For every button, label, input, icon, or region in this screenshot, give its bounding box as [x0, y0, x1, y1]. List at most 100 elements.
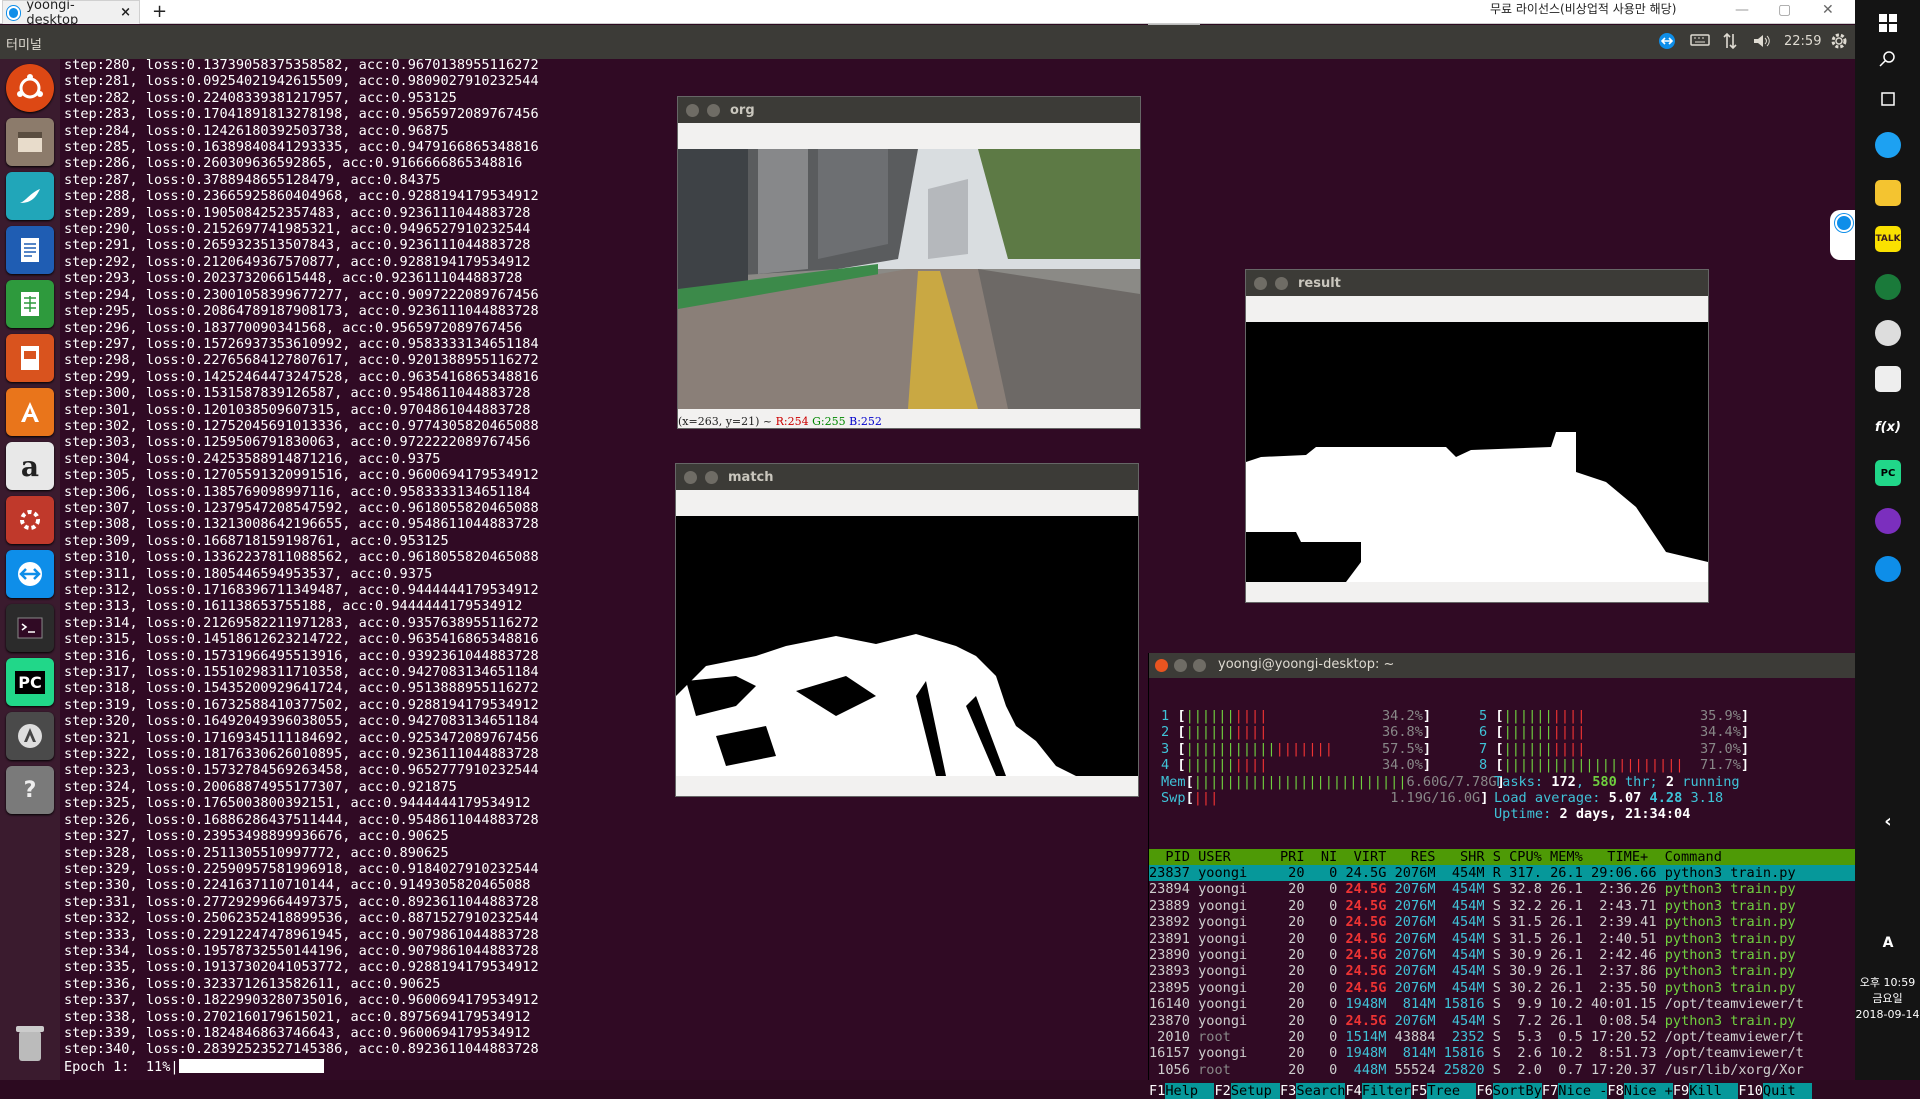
- fkey-label[interactable]: SortBy: [1492, 1083, 1542, 1099]
- fkey-f9[interactable]: F9: [1673, 1083, 1689, 1099]
- process-row[interactable]: 23892 yoongi 20 0 24.5G 2076M 454M S 31.…: [1149, 914, 1855, 930]
- fkey-label[interactable]: Tree: [1427, 1083, 1477, 1099]
- maximize-button[interactable]: [1193, 659, 1206, 672]
- process-row[interactable]: 2010 root 20 0 1514M 43884 2352 S 5.3 0.…: [1149, 1029, 1855, 1045]
- minimize-button[interactable]: [705, 470, 718, 484]
- cpu-bar: ||||||||||||||: [1503, 757, 1619, 774]
- match-titlebar[interactable]: match: [676, 464, 1138, 490]
- fkey-f10[interactable]: F10: [1738, 1083, 1763, 1099]
- teamviewer-icon[interactable]: [6, 550, 54, 598]
- fkey-label[interactable]: Quit: [1762, 1083, 1813, 1099]
- fkey-f5[interactable]: F5: [1411, 1083, 1427, 1099]
- minimize-button[interactable]: [1275, 276, 1288, 290]
- gear-icon[interactable]: [1830, 32, 1848, 54]
- kakaotalk-icon[interactable]: TALK: [1875, 226, 1901, 252]
- process-row[interactable]: 23870 yoongi 20 0 24.5G 2076M 454M S 7.2…: [1149, 1013, 1855, 1029]
- fkey-f2[interactable]: F2: [1214, 1083, 1230, 1099]
- impress-icon[interactable]: [6, 334, 54, 382]
- process-sp: [1485, 914, 1493, 930]
- process-row[interactable]: 23889 yoongi 20 0 24.5G 2076M 454M S 32.…: [1149, 898, 1855, 914]
- pycharm-icon[interactable]: PC: [1875, 460, 1901, 486]
- fkey-label[interactable]: Nice +: [1623, 1083, 1673, 1099]
- minimize-button[interactable]: [1174, 659, 1187, 672]
- fkey-label[interactable]: Setup: [1230, 1083, 1280, 1099]
- windows-clock[interactable]: 오후 10:59 금요일 2018-09-14: [1855, 975, 1920, 1023]
- tab-yoongi-desktop[interactable]: yoongi-desktop ×: [2, 0, 140, 28]
- help-icon[interactable]: ?: [6, 766, 54, 814]
- fkey-label[interactable]: Filter: [1361, 1083, 1411, 1099]
- writer-icon[interactable]: [6, 226, 54, 274]
- network-icon[interactable]: [1722, 32, 1738, 54]
- fkey-label[interactable]: Help: [1165, 1083, 1215, 1099]
- chevron-left-icon[interactable]: ‹: [1875, 808, 1901, 834]
- search-icon[interactable]: [1875, 46, 1901, 72]
- htop-window[interactable]: yoongi@yoongi-desktop: ~ 1 [|||||||||| 3…: [1148, 653, 1855, 1099]
- org-titlebar[interactable]: org: [678, 97, 1140, 123]
- app3-icon[interactable]: [1875, 508, 1901, 534]
- volume-icon[interactable]: [1752, 32, 1772, 54]
- app2-icon[interactable]: [1875, 320, 1901, 346]
- keyboard-icon[interactable]: [1690, 32, 1710, 52]
- explorer-icon[interactable]: [1875, 180, 1901, 206]
- process-row[interactable]: 23894 yoongi 20 0 24.5G 2076M 454M S 32.…: [1149, 881, 1855, 897]
- result-window[interactable]: result: [1245, 269, 1709, 603]
- fkey-f4[interactable]: F4: [1345, 1083, 1361, 1099]
- close-button[interactable]: [686, 103, 699, 117]
- chrome-icon[interactable]: [1875, 132, 1901, 158]
- settings-icon[interactable]: [6, 496, 54, 544]
- process-row[interactable]: 23890 yoongi 20 0 24.5G 2076M 454M S 30.…: [1149, 947, 1855, 963]
- terminal-icon[interactable]: [6, 604, 54, 652]
- teamviewer-side-handle[interactable]: [1830, 210, 1856, 260]
- pycharm-icon[interactable]: PC: [6, 658, 54, 706]
- fkey-label[interactable]: Search: [1296, 1083, 1346, 1099]
- process-row[interactable]: 16157 yoongi 20 0 1948M 814M 15816 S 2.6…: [1149, 1045, 1855, 1061]
- teamviewer-icon[interactable]: [1875, 556, 1901, 582]
- task-view-icon[interactable]: [1875, 86, 1901, 112]
- amazon-icon[interactable]: a: [6, 442, 54, 490]
- software-center-icon[interactable]: [6, 388, 54, 436]
- browser-icon[interactable]: [6, 172, 54, 220]
- tab-close-button[interactable]: ×: [120, 5, 131, 20]
- app-icon[interactable]: [1875, 274, 1901, 300]
- result-titlebar[interactable]: result: [1246, 270, 1708, 296]
- match-window[interactable]: match: [675, 463, 1139, 797]
- close-button[interactable]: [1254, 276, 1267, 290]
- fkey-f8[interactable]: F8: [1607, 1083, 1623, 1099]
- fkey-f6[interactable]: F6: [1476, 1083, 1492, 1099]
- start-icon[interactable]: [1875, 10, 1901, 36]
- process-row[interactable]: 23893 yoongi 20 0 24.5G 2076M 454M S 30.…: [1149, 963, 1855, 979]
- minimize-button[interactable]: —: [1735, 2, 1749, 18]
- fx-icon[interactable]: f(x): [1875, 414, 1901, 440]
- process-sp: [1436, 898, 1444, 914]
- trash-icon[interactable]: [6, 1019, 54, 1067]
- process-row[interactable]: 23837 yoongi 20 0 24.5G 2076M 454M R 317…: [1149, 865, 1855, 882]
- teamviewer-icon[interactable]: [1658, 32, 1676, 54]
- process-row[interactable]: 23891 yoongi 20 0 24.5G 2076M 454M S 31.…: [1149, 931, 1855, 947]
- fkey-f3[interactable]: F3: [1280, 1083, 1296, 1099]
- close-button[interactable]: [684, 470, 697, 484]
- dash-icon[interactable]: [6, 64, 54, 112]
- fkey-label[interactable]: Nice -: [1558, 1083, 1608, 1099]
- process-row[interactable]: 23895 yoongi 20 0 24.5G 2076M 454M S 30.…: [1149, 980, 1855, 996]
- fkey-label[interactable]: Kill: [1689, 1083, 1739, 1099]
- files-icon[interactable]: [6, 118, 54, 166]
- panel-clock[interactable]: 22:59: [1784, 34, 1821, 49]
- snip-icon[interactable]: [1875, 366, 1901, 392]
- process-row[interactable]: 1056 root 20 0 448M 55524 25820 S 2.0 0.…: [1149, 1062, 1855, 1078]
- calc-icon[interactable]: [6, 280, 54, 328]
- fkey-f1[interactable]: F1: [1149, 1083, 1165, 1099]
- maximize-button[interactable]: ▢: [1778, 2, 1791, 18]
- org-window[interactable]: org (x=263, y=21) ~ R:254 G:255 B:252: [677, 96, 1141, 429]
- close-button[interactable]: [1155, 659, 1168, 672]
- language-indicator[interactable]: A: [1875, 930, 1901, 956]
- fkey-f7[interactable]: F7: [1542, 1083, 1558, 1099]
- process-table-header[interactable]: PID USER PRI NI VIRT RES SHR S CPU% MEM%…: [1149, 849, 1855, 865]
- process-shr: 454M: [1443, 947, 1485, 963]
- minimize-button[interactable]: [707, 103, 720, 117]
- updater-icon[interactable]: [6, 712, 54, 760]
- htop-titlebar[interactable]: yoongi@yoongi-desktop: ~: [1149, 653, 1855, 678]
- close-button[interactable]: ✕: [1822, 2, 1834, 18]
- process-row[interactable]: 16140 yoongi 20 0 1948M 814M 15816 S 9.9…: [1149, 996, 1855, 1012]
- terminal-line: step:304, loss:0.24253588914871216, acc:…: [64, 450, 441, 467]
- new-tab-button[interactable]: +: [152, 1, 167, 22]
